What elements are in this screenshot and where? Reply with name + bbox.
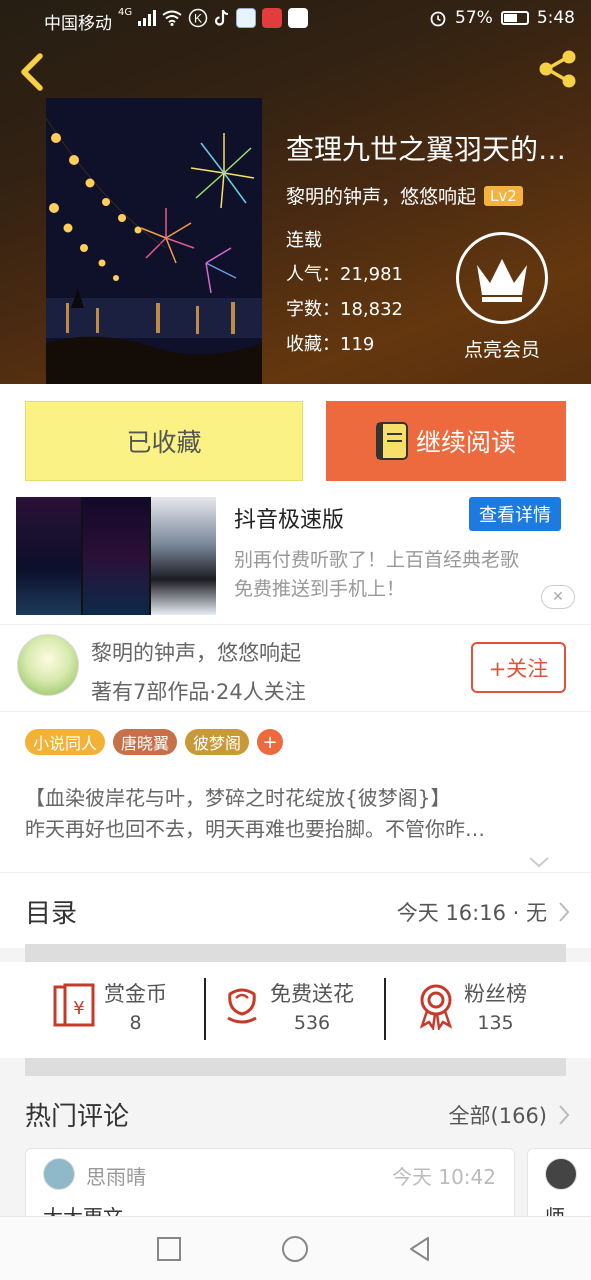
status-right: 57% 5:48 <box>429 8 575 28</box>
book-icon <box>375 422 408 460</box>
book-author-line[interactable]: 黎明的钟声，悠悠响起 Lv2 <box>286 182 523 209</box>
continue-reading-button[interactable]: 继续阅读 <box>326 401 566 481</box>
home-button[interactable] <box>281 1235 309 1263</box>
vip-label[interactable]: 点亮会员 <box>464 335 540 362</box>
app-icon-red <box>262 8 283 28</box>
svg-text:K: K <box>194 12 202 26</box>
book-cover[interactable] <box>46 98 262 384</box>
word-count-value: 18,832 <box>340 299 403 320</box>
comments-title: 热门评论 <box>25 1102 130 1132</box>
fans-value: 135 <box>477 1012 514 1034</box>
chevron-right-icon <box>559 902 570 922</box>
commenter-name[interactable]: 思雨晴 <box>86 1161 146 1190</box>
ad-title[interactable]: 抖音极速版 <box>234 502 344 534</box>
author-section[interactable]: 黎明的钟声，悠悠响起 著有7部作品·24人关注 +关注 <box>0 624 591 712</box>
popularity-stat: 人气：21,981 <box>286 264 403 285</box>
ad-close-button[interactable]: ✕ <box>541 585 575 609</box>
alarm-icon <box>430 11 446 27</box>
comment-time: 今天 10:42 <box>392 1165 496 1189</box>
back-nav-button[interactable] <box>406 1235 434 1263</box>
reward-flowers[interactable]: 免费送花 536 <box>222 978 354 1034</box>
commenter-avatar[interactable] <box>545 1158 577 1190</box>
divider <box>25 1058 566 1076</box>
tag-item[interactable]: 彼梦阁 <box>185 729 250 755</box>
favorited-button[interactable]: 已收藏 <box>25 401 303 481</box>
tag-list: 小说同人 唐晓翼 彼梦阁 + <box>25 729 284 755</box>
tag-item[interactable]: 唐晓翼 <box>113 729 178 755</box>
flower-icon <box>227 988 257 1024</box>
k-app-icon: K <box>188 8 208 28</box>
network-label: 4G <box>118 6 133 18</box>
serial-status: 连载 <box>286 230 322 251</box>
favorites-value: 119 <box>340 334 375 355</box>
author-avatar[interactable] <box>17 634 79 696</box>
continue-reading-label: 继续阅读 <box>415 428 516 457</box>
popularity-value: 21,981 <box>340 264 403 285</box>
book-synopsis[interactable]: 【血染彼岸花与叶，梦碎之时花绽放{彼梦阁}】 昨天再好也回不去，明天再难也要抬脚… <box>25 783 555 845</box>
ad-description: 别再付费听歌了！上百首经典老歌 免费推送到手机上！ <box>234 549 520 600</box>
signal-icon <box>138 10 157 26</box>
back-button[interactable] <box>14 52 50 92</box>
book-author-name: 黎明的钟声，悠悠响起 <box>286 186 477 208</box>
flowers-value: 536 <box>293 1012 331 1034</box>
tag-item[interactable]: 小说同人 <box>25 729 106 755</box>
follow-button[interactable]: +关注 <box>471 642 566 693</box>
level-badge: Lv2 <box>484 185 523 206</box>
system-nav-bar <box>0 1216 591 1280</box>
status-bar: 中国移动 4G K 57% 5:48 <box>0 0 591 40</box>
hot-comments-section: 热门评论 全部(166) 思雨晴 今天 10:42 大大更文 师 <box>0 1076 591 1228</box>
toc-label: 目录 <box>25 899 78 929</box>
share-button[interactable] <box>537 48 579 90</box>
toc-update-time: 今天 16:16 · 无 <box>396 901 547 925</box>
divider <box>384 978 386 1040</box>
battery-percent: 57% <box>455 8 493 28</box>
divider <box>25 944 566 962</box>
ad-details-button[interactable]: 查看详情 <box>469 497 561 531</box>
recent-apps-button[interactable] <box>155 1235 183 1263</box>
fans-label: 粉丝榜 <box>464 982 527 1006</box>
all-comments-link[interactable]: 全部(166) <box>449 1100 547 1130</box>
coins-label: 赏金币 <box>104 982 167 1006</box>
ad-banner[interactable]: 抖音极速版 查看详情 别再付费听歌了！上百首经典老歌 免费推送到手机上！ ✕ <box>0 494 591 624</box>
medal-icon <box>419 984 453 1030</box>
clock: 5:48 <box>536 8 575 28</box>
red-envelope-icon: ¥ <box>53 983 95 1027</box>
favorites-stat: 收藏：119 <box>286 334 375 355</box>
status-icons: 4G K <box>118 6 309 28</box>
battery-icon <box>500 11 529 25</box>
crown-icon <box>477 259 527 302</box>
expand-chevron-icon[interactable] <box>528 855 550 869</box>
vip-crown-button[interactable] <box>456 232 548 324</box>
cover-fireworks-image <box>46 98 262 384</box>
divider <box>204 978 206 1040</box>
svg-text:¥: ¥ <box>73 998 84 1019</box>
flowers-label: 免费送花 <box>270 982 354 1006</box>
commenter-avatar[interactable] <box>43 1158 75 1190</box>
add-tag-button[interactable]: + <box>257 729 284 755</box>
book-title: 查理九世之翼羽天的… <box>286 133 567 166</box>
reward-fans[interactable]: 粉丝榜 135 <box>416 978 527 1034</box>
rewards-row: ¥ 赏金币 8 免费送花 536 粉丝榜 135 <box>0 962 591 1058</box>
ad-image[interactable] <box>16 497 216 615</box>
app-icon-video <box>288 8 309 28</box>
reward-coins[interactable]: ¥ 赏金币 8 <box>52 978 167 1034</box>
table-of-contents-row[interactable]: 目录 今天 16:16 · 无 <box>0 872 591 948</box>
author-meta: 著有7部作品·24人关注 <box>91 680 306 704</box>
book-intro-section: 小说同人 唐晓翼 彼梦阁 + 【血染彼岸花与叶，梦碎之时花绽放{彼梦阁}】 昨天… <box>0 712 591 872</box>
app-icon-blue <box>236 8 257 28</box>
word-count-stat: 字数：18,832 <box>286 299 403 320</box>
carrier-label: 中国移动 <box>44 14 112 34</box>
author-name[interactable]: 黎明的钟声，悠悠响起 <box>91 637 301 667</box>
tiktok-icon <box>215 9 229 26</box>
chevron-right-icon[interactable] <box>557 1104 571 1126</box>
book-header: 中国移动 4G K 57% 5:48 查理九世之翼羽天的… 黎明的钟声，悠悠响起… <box>0 0 591 384</box>
coins-value: 8 <box>129 1012 142 1034</box>
wifi-icon <box>162 10 182 26</box>
action-bar: 已收藏 继续阅读 <box>0 384 591 494</box>
